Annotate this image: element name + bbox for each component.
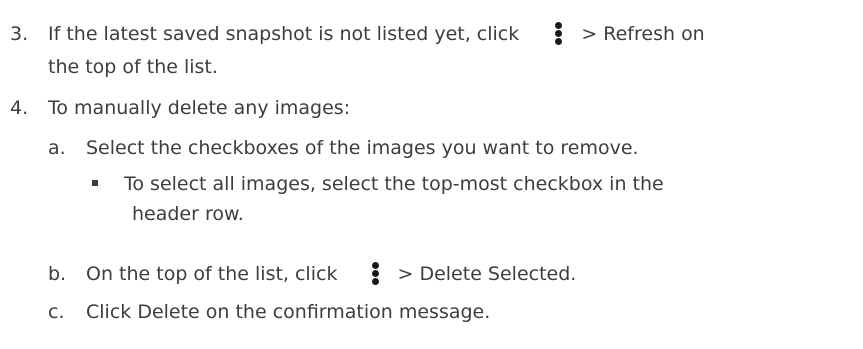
substep-a-text: Select the checkboxes of the images you … <box>86 137 639 159</box>
substep-b-delete-text: > Delete Selected. <box>397 263 577 285</box>
more-vertical-icon <box>555 22 563 45</box>
step-3-number: 3. <box>10 23 29 45</box>
instructions-document: 3. If the latest saved snapshot is not l… <box>0 0 863 349</box>
more-vertical-icon <box>371 262 380 285</box>
substep-b-line: On the top of the list, click > Delete S… <box>86 262 576 286</box>
substep-a-letter: a. <box>48 137 66 159</box>
step-3-line-1: If the latest saved snapshot is not list… <box>48 22 705 46</box>
step-3-text: If the latest saved snapshot is not list… <box>48 23 520 45</box>
step-4-number: 4. <box>10 97 29 119</box>
bullet-line-1: To select all images, select the top-mos… <box>124 173 664 195</box>
bullet-square-icon <box>92 180 98 186</box>
substep-b-letter: b. <box>48 263 67 285</box>
substep-b-text: On the top of the list, click <box>86 263 338 285</box>
bullet-line-2: header row. <box>132 203 244 225</box>
step-3-line-2: the top of the list. <box>48 56 218 78</box>
step-4-text: To manually delete any images: <box>48 97 351 119</box>
step-3-refresh-text: > Refresh on <box>581 23 705 45</box>
substep-c-letter: c. <box>48 301 65 323</box>
substep-c-text: Click Delete on the confirmation message… <box>86 301 491 323</box>
